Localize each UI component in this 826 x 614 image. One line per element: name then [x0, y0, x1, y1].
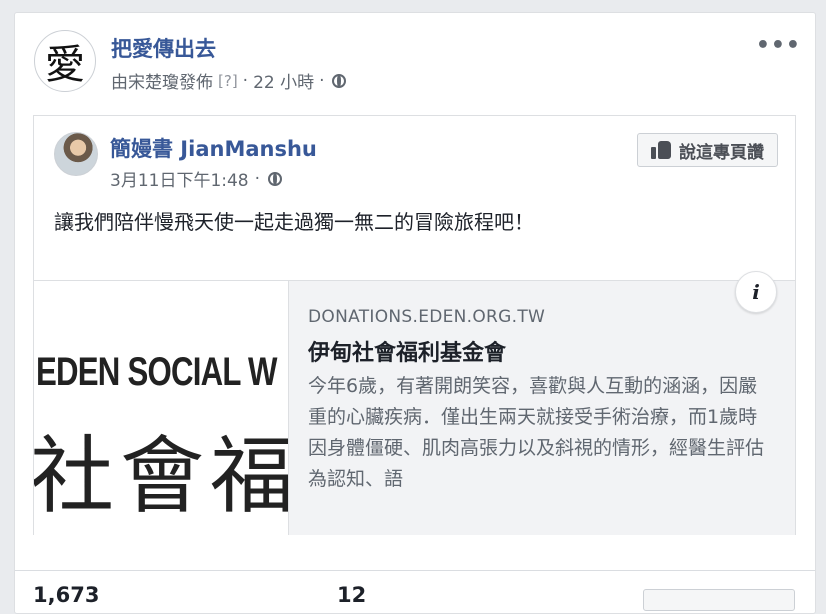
image-text-line1: EDEN SOCIAL W [36, 350, 277, 394]
like-page-label: 說這專頁讚 [679, 142, 764, 163]
shared-post: 簡嫚書 JianManshu 3月11日下午1:48 · 說這專頁讚 讓我們陪伴… [33, 115, 796, 535]
page-avatar[interactable]: 愛 [34, 30, 96, 92]
post-text: 讓我們陪伴慢飛天使一起走過獨一無二的冒險旅程吧！ [54, 210, 534, 234]
page-name-link[interactable]: 把愛傳出去 [111, 33, 216, 63]
info-icon[interactable]: i [735, 271, 777, 313]
meta-separator: · [254, 168, 261, 189]
shared-post-date-link[interactable]: 3月11日下午1:48 [110, 166, 249, 191]
image-text-line2: 社會福 [34, 427, 289, 525]
reaction-selector-button[interactable] [643, 589, 795, 611]
link-preview-card[interactable]: EDEN SOCIAL W 社會福 DONATIONS.EDEN.ORG.TW … [34, 271, 795, 535]
author-avatar[interactable] [54, 132, 98, 176]
shared-post-meta: 3月11日下午1:48 · [110, 166, 283, 191]
reaction-count[interactable]: 1,673 [33, 583, 99, 607]
comment-count[interactable]: 12 [337, 583, 366, 607]
link-title[interactable]: 伊甸社會福利基金會 [308, 335, 778, 367]
page-avatar-glyph: 愛 [45, 42, 85, 88]
link-description: 今年6歲，有著開朗笑容，喜歡與人互動的涵涵，因嚴重的心臟疾病．僅出生兩天就接受手… [308, 375, 765, 490]
published-by: 由宋楚瓊發佈 [111, 73, 213, 93]
stats-divider [15, 570, 815, 571]
author-name-link[interactable]: 簡嫚書 JianManshu [110, 133, 317, 163]
post-meta: 由宋楚瓊發佈 [?] · 22 小時 · [111, 68, 346, 93]
like-page-button[interactable]: 說這專頁讚 [637, 133, 778, 167]
meta-separator: · [242, 70, 249, 91]
globe-icon[interactable] [268, 171, 283, 186]
help-mark[interactable]: [?] [218, 72, 238, 90]
meta-separator: · [319, 70, 325, 91]
thumbs-up-icon [651, 141, 671, 159]
post-time-link[interactable]: 22 小時 [253, 68, 314, 93]
feed-post-card: 愛 把愛傳出去 由宋楚瓊發佈 [?] · 22 小時 · ••• 簡嫚書 Jia… [14, 12, 816, 614]
link-preview-image[interactable]: EDEN SOCIAL W 社會福 [34, 281, 289, 535]
more-options-icon[interactable]: ••• [756, 33, 801, 58]
link-info[interactable]: DONATIONS.EDEN.ORG.TW 伊甸社會福利基金會 今年6歲，有著開… [308, 307, 778, 495]
globe-icon[interactable] [331, 73, 346, 88]
link-domain: DONATIONS.EDEN.ORG.TW [308, 307, 546, 327]
